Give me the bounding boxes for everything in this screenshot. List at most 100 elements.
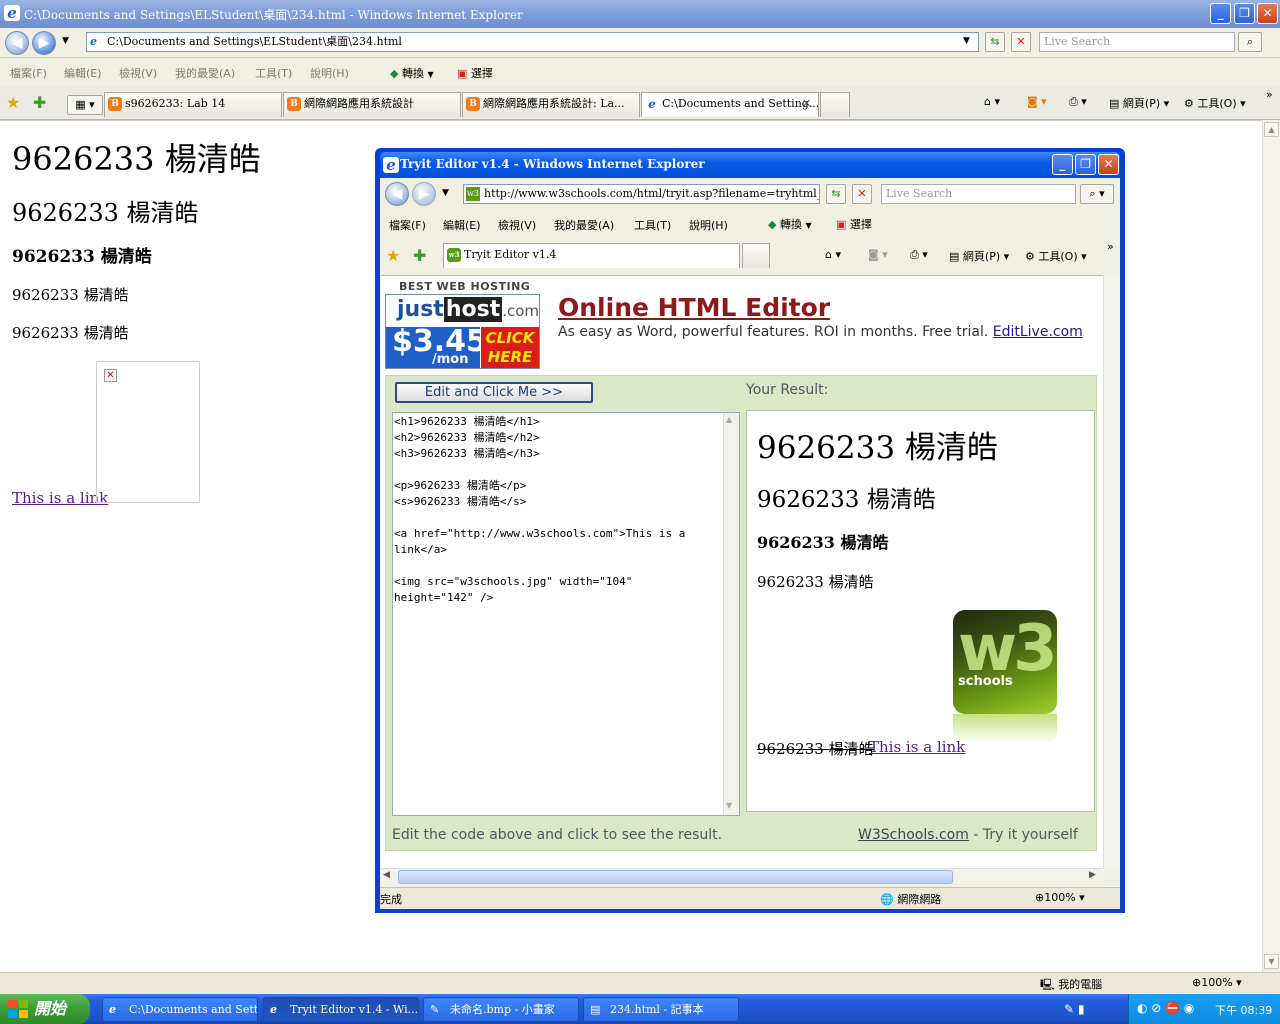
tryit-page-menu-button[interactable]: ▤ 網頁(P) ▾ (949, 248, 1009, 264)
feeds-icon[interactable]: ◙ ▾ (1027, 95, 1047, 108)
new-tab-button[interactable] (820, 92, 850, 117)
close-button[interactable]: ✕ (1257, 3, 1278, 24)
favorites-star-icon[interactable]: ★ (6, 93, 20, 112)
ad-headline-link[interactable]: Online HTML Editor (558, 293, 830, 322)
add-favorite-icon[interactable]: ✚ (33, 93, 46, 112)
home-icon[interactable]: ⌂ ▾ (984, 95, 1000, 108)
select-button[interactable]: ▣ 選擇 (457, 65, 493, 81)
tryit-menu-edit[interactable]: 編輯(E) (443, 217, 481, 233)
taskbar-item-tryit[interactable]: e Tryit Editor v1.4 - Wi... (263, 997, 419, 1022)
forward-button[interactable]: ▶ (32, 31, 56, 55)
minimize-button[interactable]: _ (1210, 3, 1231, 24)
tryit-menu-file[interactable]: 檔案(F) (389, 217, 426, 233)
tryit-convert-button[interactable]: ◆ 轉換 ▼ (768, 216, 812, 232)
tryit-zone-indicator[interactable]: 🌐 網際網路 (880, 891, 941, 907)
history-dropdown-icon[interactable]: ▼ (62, 36, 69, 46)
tryit-tools-menu-button[interactable]: ⚙ 工具(O) ▾ (1025, 248, 1087, 264)
language-bar-icon[interactable]: ✎ ▮ (1064, 1002, 1084, 1016)
notepad-icon: ▤ (590, 1003, 601, 1016)
scroll-down-icon[interactable]: ▼ (1264, 954, 1279, 969)
refresh-button[interactable]: ⇆ (985, 32, 1005, 52)
search-icon[interactable]: ⌕ (1238, 32, 1262, 52)
page-strikethrough: 9626233 楊清皓 (12, 324, 129, 342)
address-dropdown-icon[interactable]: ▼ (963, 36, 970, 46)
code-editor-scrollbar[interactable]: ▲ ▼ (723, 413, 739, 815)
tryit-vertical-scrollbar[interactable] (1103, 275, 1120, 868)
tryit-back-button[interactable]: ◀ (385, 182, 409, 206)
scroll-up-icon[interactable]: ▲ (726, 415, 732, 424)
scroll-up-icon[interactable]: ▲ (1264, 122, 1279, 137)
code-editor-text[interactable]: <h1>9626233 楊清皓</h1> <h2>9626233 楊清皓</h2… (394, 414, 714, 606)
menu-help[interactable]: 說明(H) (310, 65, 349, 81)
maximize-button[interactable]: ❐ (1234, 3, 1255, 24)
blogger-icon: B (466, 97, 480, 111)
tryit-select-button[interactable]: ▣ 選擇 (836, 216, 872, 232)
more-tools-icon[interactable]: » (1266, 88, 1273, 101)
tryit-menu-tools[interactable]: 工具(T) (634, 217, 671, 233)
menu-edit[interactable]: 編輯(E) (64, 65, 102, 81)
tryit-add-favorite-icon[interactable]: ✚ (413, 246, 426, 265)
page-menu-button[interactable]: ▤ 網頁(P) ▾ (1109, 95, 1169, 111)
tryit-favorites-star-icon[interactable]: ★ (386, 246, 400, 265)
tryit-home-icon[interactable]: ⌂ ▾ (825, 248, 841, 261)
scroll-down-icon[interactable]: ▼ (726, 801, 732, 810)
zoom-control[interactable]: ⊕100% ▾ (1192, 976, 1242, 989)
ad-editlive-link[interactable]: EditLive.com (993, 324, 1083, 340)
quick-tabs-button[interactable]: ▦ ▾ (67, 95, 103, 115)
back-button[interactable]: ◀ (5, 31, 29, 55)
menu-view[interactable]: 檢視(V) (119, 65, 157, 81)
clock[interactable]: 下午 08:39 (1215, 1002, 1272, 1018)
w3schools-link[interactable]: W3Schools.com (858, 827, 969, 843)
tryit-maximize-button[interactable]: ❐ (1075, 154, 1096, 175)
tryit-search-input[interactable]: Live Search (881, 184, 1076, 204)
page-link[interactable]: This is a link (12, 489, 108, 507)
tryit-search-icon[interactable]: ⌕ ▾ (1080, 184, 1114, 204)
tryit-new-tab-button[interactable] (742, 243, 770, 268)
tray-icons[interactable]: ◐ ⊘ ⛔ ◉ (1137, 1001, 1194, 1015)
tryit-print-icon[interactable]: ⎙ ▾ (910, 248, 928, 262)
tryit-menu-view[interactable]: 檢視(V) (498, 217, 536, 233)
tryit-menu-help[interactable]: 說明(H) (689, 217, 728, 233)
page-menu-label: 網頁(P) (1122, 97, 1161, 110)
tryit-feeds-icon[interactable]: ◙ ▾ (868, 248, 888, 261)
tools-menu-button[interactable]: ⚙ 工具(O) ▾ (1184, 95, 1246, 111)
tryit-hscroll-thumb[interactable] (398, 870, 953, 884)
convert-button[interactable]: ◆ 轉換 ▼ (390, 65, 434, 81)
tryit-refresh-button[interactable]: ⇆ (826, 184, 846, 204)
menu-tools[interactable]: 工具(T) (255, 65, 292, 81)
tryit-minimize-button[interactable]: _ (1052, 154, 1073, 175)
scroll-right-icon[interactable]: ▶ (1089, 870, 1096, 880)
address-bar[interactable]: e C:\Documents and Settings\ELStudent\桌面… (86, 32, 979, 52)
tryit-close-button[interactable]: ✕ (1098, 154, 1119, 175)
edit-and-click-button[interactable]: Edit and Click Me >> (395, 382, 593, 403)
stop-button[interactable]: ✕ (1011, 32, 1031, 52)
blogger-icon: B (108, 97, 122, 111)
search-input[interactable]: Live Search (1039, 32, 1235, 52)
tryit-tab[interactable]: w3 Tryit Editor v1.4 (443, 243, 740, 268)
tab-local-file[interactable]: e C:\Documents and Setting... ✕ (641, 92, 819, 117)
tab-lab14[interactable]: Bs9626233: Lab 14 (104, 92, 282, 117)
result-link[interactable]: This is a link (869, 738, 965, 756)
navigation-bar: ◀ ▶ ▼ e C:\Documents and Settings\ELStud… (0, 28, 1280, 58)
taskbar-item-paint[interactable]: ✎ 未命名.bmp - 小畫家 (423, 997, 579, 1022)
print-icon[interactable]: ⎙ ▾ (1069, 95, 1087, 109)
tryit-stop-button[interactable]: ✕ (852, 184, 872, 204)
tryit-history-dropdown-icon[interactable]: ▼ (442, 188, 449, 198)
tab-web-app-2[interactable]: B 網際網路應用系統設計: La... (462, 92, 640, 117)
tryit-menu-favorites[interactable]: 我的最愛(A) (554, 217, 614, 233)
menu-file[interactable]: 檔案(F) (10, 65, 47, 81)
taskbar-item-ie-local[interactable]: e C:\Documents and Sett... (102, 997, 258, 1022)
taskbar-item-notepad[interactable]: ▤ 234.html - 記事本 (583, 997, 739, 1022)
close-tab-icon[interactable]: ✕ (802, 93, 811, 115)
main-title-bar[interactable]: e C:\Documents and Settings\ELStudent\桌面… (0, 0, 1280, 28)
menu-favorites[interactable]: 我的最愛(A) (175, 65, 235, 81)
scroll-left-icon[interactable]: ◀ (383, 870, 390, 880)
tryit-address-bar[interactable]: w3 http://www.w3schools.com/html/tryit.a… (463, 184, 820, 204)
tryit-more-tools-icon[interactable]: » (1107, 240, 1114, 253)
tryit-forward-button[interactable]: ▶ (412, 182, 436, 206)
tryit-zoom-control[interactable]: ⊕100% ▾ (1035, 891, 1085, 904)
vertical-scrollbar[interactable]: ▲ ▼ (1262, 120, 1280, 972)
ad-click-here[interactable]: CLICK HERE (481, 327, 539, 368)
tab-web-app-1[interactable]: B 網際網路應用系統設計 (283, 92, 461, 117)
zone-indicator[interactable]: 🖳 我的電腦 (1040, 976, 1102, 995)
